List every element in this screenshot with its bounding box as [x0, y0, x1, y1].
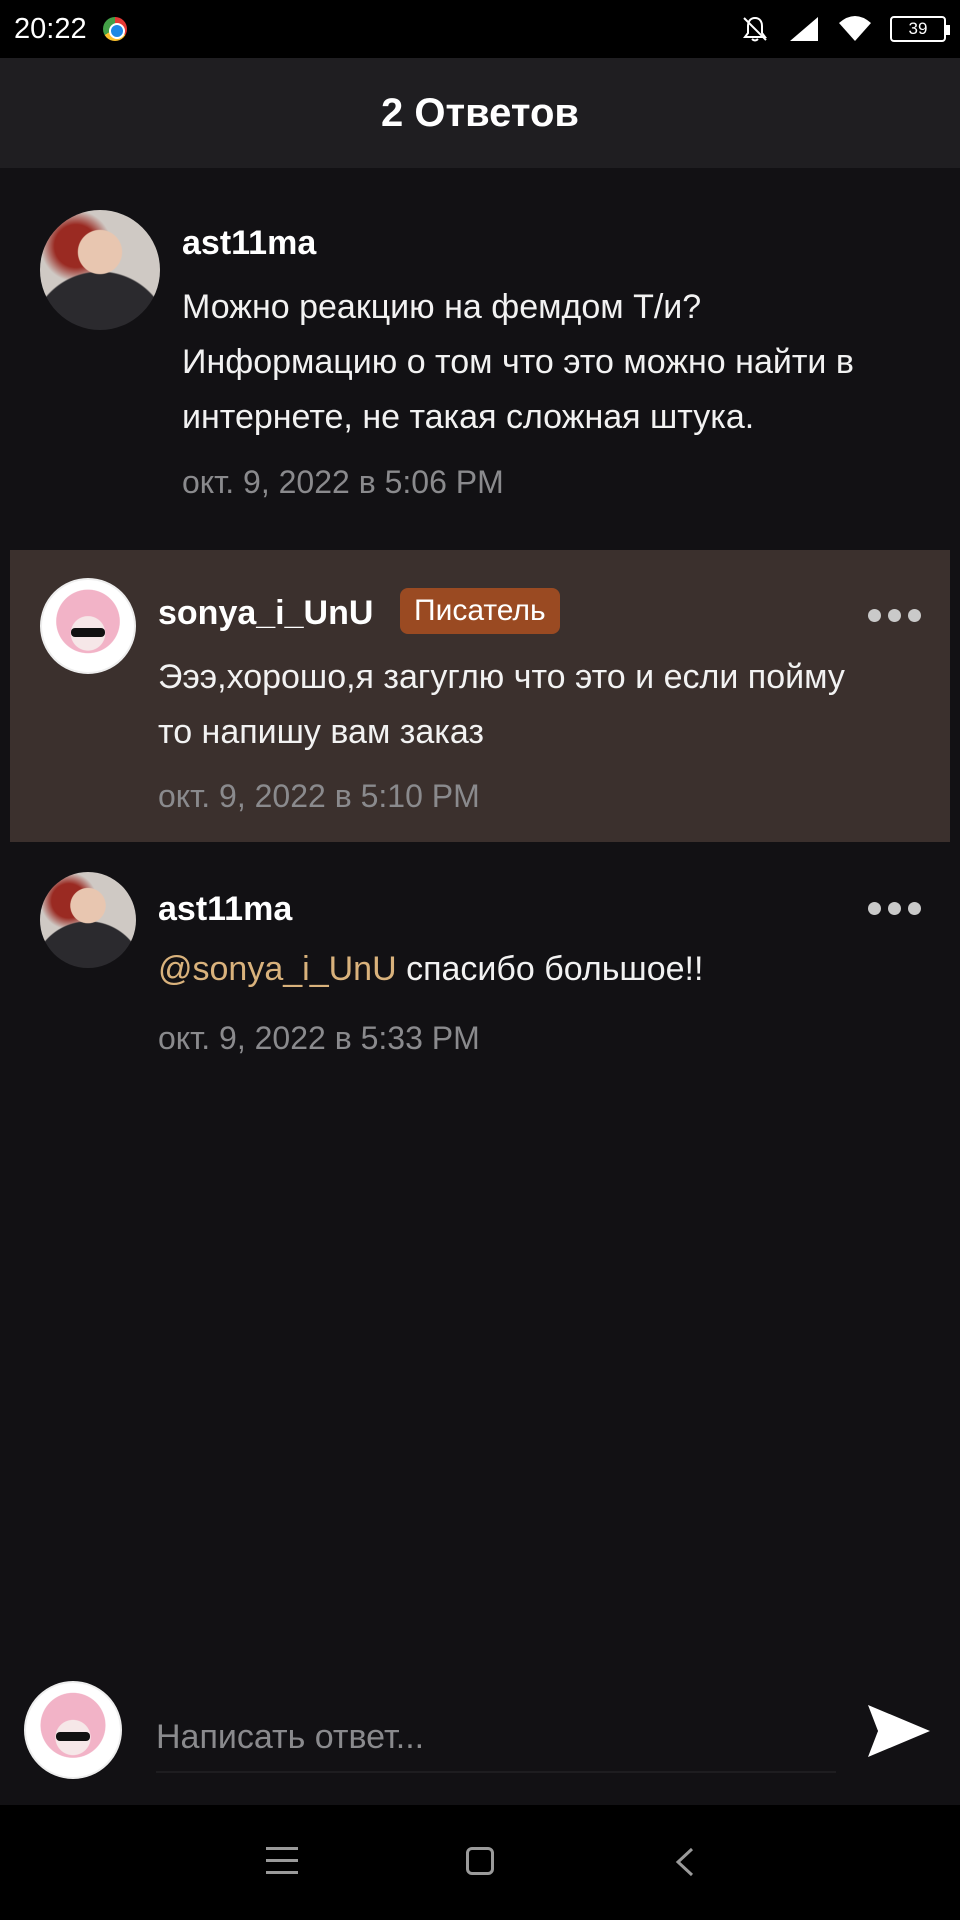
comment-line: Эээ,хорошо,я загуглю что это и если пойм…: [158, 658, 845, 696]
comment-body: спасибо большое!!: [406, 950, 704, 988]
header: 2 Ответов: [0, 58, 960, 168]
send-icon[interactable]: [862, 1695, 934, 1767]
bell-muted-icon: [743, 16, 767, 42]
wifi-icon: [839, 16, 871, 41]
battery-level: 39: [908, 19, 928, 38]
comment-line: Информацию о том что это можно найти в: [182, 343, 854, 381]
home-icon[interactable]: [466, 1847, 494, 1875]
reply-bar: [0, 1665, 960, 1805]
current-user-avatar: [24, 1681, 122, 1779]
avatar[interactable]: [40, 872, 136, 968]
timestamp: окт. 9, 2022 в 5:33 PM: [158, 1020, 480, 1056]
writer-badge: Писатель: [400, 588, 560, 634]
comment-line: то напишу вам заказ: [158, 713, 485, 751]
status-right: 39: [740, 14, 950, 44]
chrome-icon: [102, 17, 127, 41]
comment-line: интернете, не такая сложная штука.: [182, 398, 755, 436]
mention-link[interactable]: @sonya_i_UnU: [158, 950, 397, 988]
system-nav-bar: [0, 1805, 960, 1920]
comment-text: @sonya_i_UnU спасибо большое!!: [158, 942, 703, 997]
username[interactable]: ast11ma: [182, 224, 316, 263]
avatar[interactable]: [40, 578, 136, 674]
more-options-icon[interactable]: [868, 902, 921, 915]
status-left: 20:22: [14, 13, 127, 46]
back-icon[interactable]: [670, 1845, 700, 1879]
signal-icon: [790, 17, 818, 41]
avatar[interactable]: [40, 210, 160, 330]
page-title: 2 Ответов: [381, 90, 579, 135]
timestamp: окт. 9, 2022 в 5:06 PM: [182, 464, 504, 500]
reply-input[interactable]: [156, 1703, 836, 1773]
battery-icon: 39: [890, 16, 950, 42]
comment-text: Эээ,хорошо,я загуглю что это и если пойм…: [158, 650, 845, 760]
status-time: 20:22: [14, 12, 87, 45]
more-options-icon[interactable]: [868, 609, 921, 622]
menu-icon[interactable]: [266, 1847, 298, 1877]
comment-text: Можно реакцию на фемдом Т/и? Информацию …: [182, 280, 854, 445]
comment-line: Можно реакцию на фемдом Т/и?: [182, 288, 702, 326]
username[interactable]: ast11ma: [158, 890, 292, 929]
status-bar: 20:22 39: [0, 0, 960, 58]
timestamp: окт. 9, 2022 в 5:10 PM: [158, 778, 480, 814]
username[interactable]: sonya_i_UnU: [158, 594, 373, 633]
